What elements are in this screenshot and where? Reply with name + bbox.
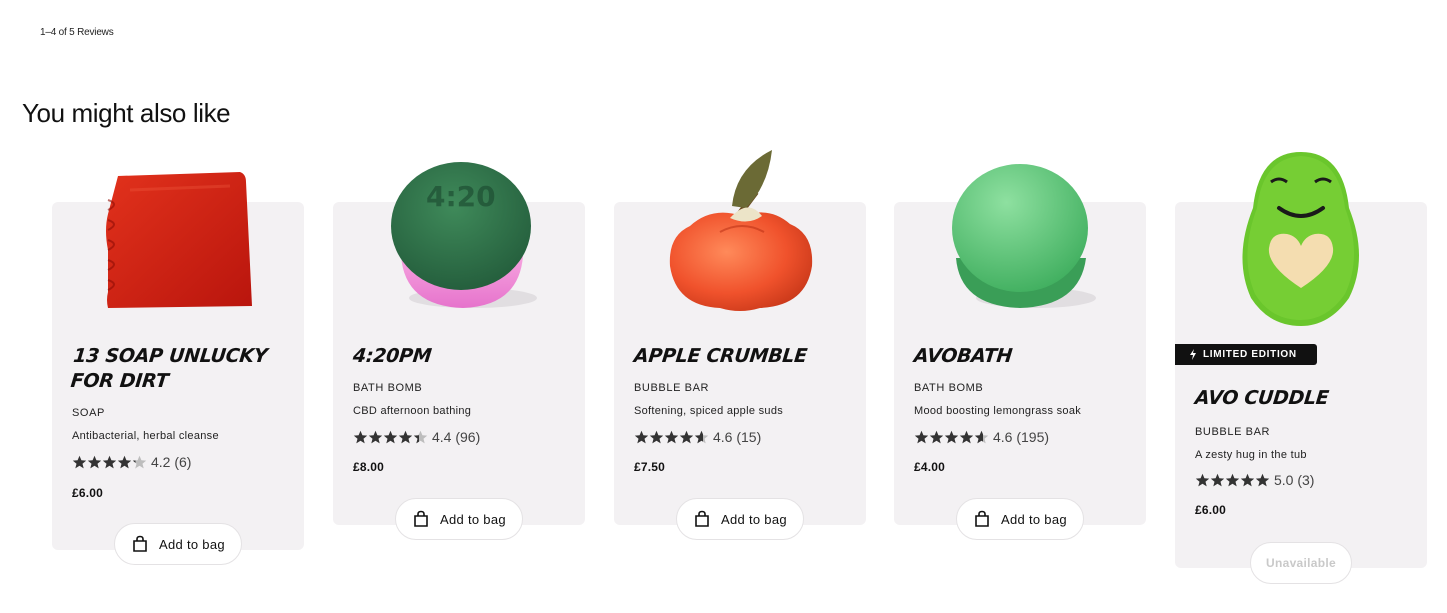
rating-text: 4.6 (195) <box>993 429 1050 445</box>
product-name[interactable]: Apple Crumble <box>633 344 856 369</box>
product-category: BATH BOMB <box>353 382 423 394</box>
product-price: £8.00 <box>353 460 385 474</box>
rating-stars <box>634 430 709 445</box>
svg-text:4:20: 4:20 <box>426 180 496 213</box>
product-rating: 5.0 (3) <box>1195 472 1314 488</box>
product-category: BATH BOMB <box>914 382 984 394</box>
star-icon <box>649 430 664 443</box>
product-price: £7.50 <box>634 460 666 474</box>
product-price: £4.00 <box>914 460 946 474</box>
add-to-bag-button[interactable]: Add to bag <box>114 523 242 565</box>
product-category: BUBBLE BAR <box>1195 426 1271 438</box>
star-icon <box>102 455 117 468</box>
star-icon <box>974 430 989 443</box>
star-icon <box>72 455 87 468</box>
product-rating: 4.6 (15) <box>634 429 761 445</box>
rating-text: 4.2 (6) <box>151 454 192 470</box>
add-to-bag-label: Add to bag <box>440 511 506 527</box>
star-icon <box>383 430 398 443</box>
product-price: £6.00 <box>1195 503 1227 517</box>
product-card[interactable]: Avobath BATH BOMB Mood boosting lemongra… <box>894 164 1146 540</box>
star-icon <box>1240 473 1255 486</box>
star-icon <box>398 430 413 443</box>
product-card[interactable]: Apple Crumble BUBBLE BAR Softening, spic… <box>614 150 866 540</box>
star-icon <box>413 430 428 443</box>
star-icon <box>914 430 929 443</box>
product-name[interactable]: Avo Cuddle <box>1194 386 1417 411</box>
product-image-soap[interactable] <box>100 170 260 314</box>
add-to-bag-label: Add to bag <box>1001 511 1067 527</box>
rating-text: 5.0 (3) <box>1274 472 1315 488</box>
product-category: SOAP <box>72 407 105 419</box>
rating-text: 4.4 (96) <box>432 429 481 445</box>
star-icon <box>117 455 132 468</box>
product-name[interactable]: Avobath <box>913 344 1136 369</box>
product-rating: 4.6 (195) <box>914 429 1049 445</box>
product-rating: 4.4 (96) <box>353 429 480 445</box>
section-title: You might also like <box>22 98 231 128</box>
star-icon <box>694 430 709 443</box>
product-image-bubble-bar[interactable] <box>1231 148 1371 328</box>
badge-label: LIMITED EDITION <box>1203 349 1297 360</box>
product-card[interactable]: 4:20 4:20pm BATH BOMB CBD afternoon bath… <box>333 162 585 540</box>
lightning-icon <box>1190 349 1196 360</box>
star-icon <box>929 430 944 443</box>
star-icon <box>634 430 649 443</box>
shopping-bag-icon <box>975 510 989 527</box>
product-tagline: Antibacterial, herbal cleanse <box>72 430 219 442</box>
product-name[interactable]: 13 Soap Unlucky For Dirt <box>69 344 294 394</box>
shopping-bag-icon <box>133 535 147 552</box>
add-to-bag-button[interactable]: Add to bag <box>956 498 1084 540</box>
star-icon <box>1210 473 1225 486</box>
shopping-bag-icon <box>695 510 709 527</box>
star-icon <box>1225 473 1240 486</box>
rating-stars <box>353 430 428 445</box>
rating-text: 4.6 (15) <box>713 429 762 445</box>
product-tagline: CBD afternoon bathing <box>353 405 472 417</box>
star-icon <box>959 430 974 443</box>
review-count: 1–4 of 5 Reviews <box>40 27 114 38</box>
star-icon <box>1195 473 1210 486</box>
star-icon <box>664 430 679 443</box>
limited-edition-badge: LIMITED EDITION <box>1175 344 1317 365</box>
unavailable-button[interactable]: Unavailable <box>1250 542 1352 584</box>
star-icon <box>944 430 959 443</box>
product-image-bubble-bar[interactable] <box>660 146 824 314</box>
star-icon <box>1255 473 1270 486</box>
add-to-bag-button[interactable]: Add to bag <box>395 498 523 540</box>
rating-stars <box>1195 473 1270 488</box>
product-name[interactable]: 4:20pm <box>352 344 575 369</box>
product-card[interactable]: LIMITED EDITION Avo Cuddle BUBBLE BAR A … <box>1175 152 1427 584</box>
product-image-bath-bomb[interactable]: 4:20 <box>381 156 541 312</box>
product-rating: 4.2 (6) <box>72 454 191 470</box>
product-category: BUBBLE BAR <box>634 382 710 394</box>
star-icon <box>132 455 147 468</box>
add-to-bag-label: Add to bag <box>159 536 225 552</box>
product-tagline: Mood boosting lemongrass soak <box>914 405 1082 417</box>
star-icon <box>87 455 102 468</box>
product-image-bath-bomb[interactable] <box>944 158 1100 312</box>
product-tagline: Softening, spiced apple suds <box>634 405 784 417</box>
shopping-bag-icon <box>414 510 428 527</box>
star-icon <box>679 430 694 443</box>
product-card[interactable]: 13 Soap Unlucky For Dirt SOAP Antibacter… <box>52 172 304 565</box>
product-tagline: A zesty hug in the tub <box>1195 449 1307 461</box>
add-to-bag-label: Add to bag <box>721 511 787 527</box>
star-icon <box>368 430 383 443</box>
add-to-bag-button[interactable]: Add to bag <box>676 498 804 540</box>
rating-stars <box>914 430 989 445</box>
star-icon <box>353 430 368 443</box>
product-price: £6.00 <box>72 486 104 500</box>
rating-stars <box>72 455 147 470</box>
